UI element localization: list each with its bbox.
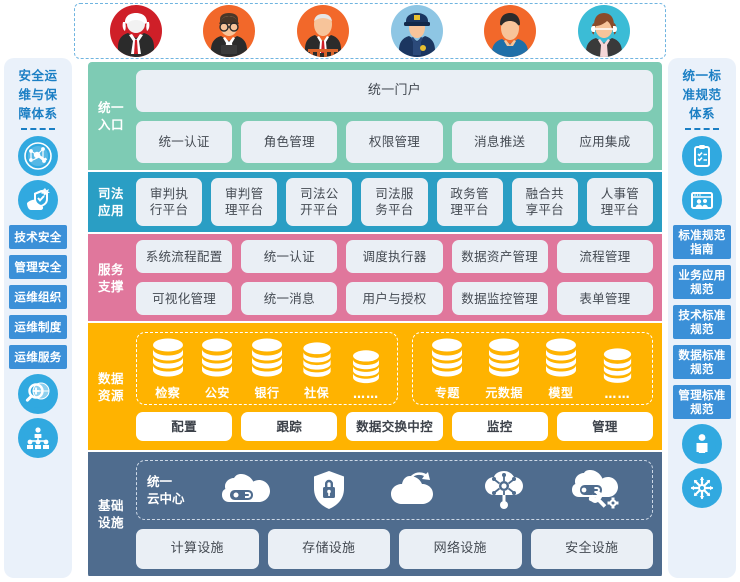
cloud-link-icon (220, 470, 270, 510)
layer-data-resource: 数据 资源 检察 公安 银行 社保 …… 专题 元数据 模型 …… 配置 跟踪 … (88, 321, 662, 450)
layer-label-application: 司法 应用 (97, 186, 124, 218)
police-avatar (390, 5, 443, 57)
layer-unified-entry: 统一 入口 统一门户 统一认证 角色管理 权限管理 消息推送 应用集成 (88, 62, 662, 170)
layer-label-entry: 统一 入口 (97, 100, 124, 132)
right-sidebar-title: 统一标 准规范 体系 (682, 68, 722, 121)
service-item-2[interactable]: 调度执行器 (346, 240, 443, 273)
data-action-3[interactable]: 监控 (451, 412, 548, 441)
divider (685, 128, 719, 130)
database-group-derived: 专题 元数据 模型 …… (412, 332, 653, 405)
left-sidebar: 安全运 维与保 障体系 技术安全 管理安全 运维组织 运维制度 运维服务 (4, 58, 72, 578)
clipboard-checklist-icon (682, 136, 722, 176)
database-item-4[interactable]: …… (342, 349, 390, 401)
network-key-icon (18, 136, 58, 176)
database-item-2[interactable]: 银行 (243, 337, 291, 401)
service-item-8[interactable]: 数据监控管理 (451, 282, 548, 315)
left-chip-1[interactable]: 管理安全 (9, 255, 67, 279)
layer-judicial-application: 司法 应用 审判执 行平台 审判管 理平台 司法公 开平台 司法服 务平台 政务… (88, 170, 662, 232)
data-action-2[interactable]: 数据交换中控 (346, 412, 443, 441)
layer-infrastructure: 基础 设施 统一 云中心 计算设施 存储设施 网络设施 安全设施 (88, 450, 662, 576)
infra-item-0[interactable]: 计算设施 (136, 528, 259, 569)
database-item-0[interactable]: 检察 (144, 337, 192, 401)
database-item-6[interactable]: 元数据 (480, 337, 528, 401)
infra-item-1[interactable]: 存储设施 (267, 528, 390, 569)
left-chip-0[interactable]: 技术安全 (9, 225, 67, 249)
divider (21, 128, 55, 130)
database-item-5[interactable]: 专题 (423, 337, 471, 401)
right-chip-2[interactable]: 技术标准 规范 (673, 305, 731, 339)
app-item-4[interactable]: 政务管 理平台 (436, 178, 503, 226)
database-item-7[interactable]: 模型 (537, 337, 585, 401)
service-item-3[interactable]: 数据资产管理 (451, 240, 548, 273)
layer-label-service: 服务 支撑 (97, 261, 124, 294)
shield-lock-icon (312, 469, 346, 511)
cloud-center-title: 统一 云中心 (147, 473, 185, 506)
architecture-diagram: 安全运 维与保 障体系 技术安全 管理安全 运维组织 运维制度 运维服务 统一标… (0, 0, 740, 582)
infra-item-2[interactable]: 网络设施 (399, 528, 522, 569)
window-people-icon (682, 180, 722, 220)
unified-portal-card[interactable]: 统一门户 (136, 69, 653, 112)
hand-shield-icon (18, 180, 58, 220)
right-chip-1[interactable]: 业务应用 规范 (673, 265, 731, 299)
app-item-0[interactable]: 审判执 行平台 (136, 178, 203, 226)
magnifier-globe-icon (18, 374, 58, 414)
right-chip-0[interactable]: 标准规范 指南 (673, 225, 731, 259)
app-item-1[interactable]: 审判管 理平台 (211, 178, 278, 226)
left-chip-4[interactable]: 运维服务 (9, 345, 67, 369)
data-action-0[interactable]: 配置 (136, 412, 233, 441)
database-item-8[interactable]: …… (594, 347, 642, 401)
right-chip-3[interactable]: 数据标准 规范 (673, 345, 731, 379)
layer-service-support: 服务 支撑 系统流程配置 统一认证 调度执行器 数据资产管理 流程管理 可视化管… (88, 232, 662, 321)
left-chip-2[interactable]: 运维组织 (9, 285, 67, 309)
app-item-6[interactable]: 人事管 理平台 (586, 178, 653, 226)
unified-cloud-center: 统一 云中心 (136, 459, 653, 520)
app-item-2[interactable]: 司法公 开平台 (286, 178, 353, 226)
left-chip-3[interactable]: 运维制度 (9, 315, 67, 339)
app-item-5[interactable]: 融合共 享平台 (511, 178, 578, 226)
judge-avatar (109, 5, 162, 57)
entry-item-3[interactable]: 消息推送 (451, 120, 548, 163)
app-item-3[interactable]: 司法服 务平台 (361, 178, 428, 226)
service-item-0[interactable]: 系统流程配置 (136, 240, 233, 273)
service-item-1[interactable]: 统一认证 (241, 240, 338, 273)
org-chart-people-icon (18, 418, 58, 458)
cloud-network-icon (481, 469, 527, 511)
service-item-6[interactable]: 统一消息 (241, 282, 338, 315)
layer-label-infrastructure: 基础 设施 (97, 498, 124, 530)
entry-item-0[interactable]: 统一认证 (136, 120, 233, 163)
layer-stack: 统一 入口 统一门户 统一认证 角色管理 权限管理 消息推送 应用集成 司法 应… (88, 62, 662, 578)
infra-item-3[interactable]: 安全设施 (530, 528, 653, 569)
right-sidebar: 统一标 准规范 体系 标准规范 指南 业务应用 规范 技术标准 规范 数据标准 … (668, 58, 736, 578)
person-icon (682, 424, 722, 464)
service-item-4[interactable]: 流程管理 (556, 240, 654, 273)
lawyer-avatar (203, 5, 256, 57)
entry-item-1[interactable]: 角色管理 (241, 120, 338, 163)
entry-item-2[interactable]: 权限管理 (346, 120, 443, 163)
service-item-9[interactable]: 表单管理 (556, 282, 654, 315)
cloud-arrow-icon (387, 470, 439, 510)
service-item-5[interactable]: 可视化管理 (136, 282, 233, 315)
right-chip-4[interactable]: 管理标准 规范 (673, 385, 731, 419)
user-roles-band (74, 3, 666, 59)
cloud-wrench-icon (569, 469, 621, 511)
citizen-avatar (484, 5, 537, 57)
left-sidebar-title: 安全运 维与保 障体系 (18, 68, 58, 121)
service-item-7[interactable]: 用户与授权 (346, 282, 443, 315)
database-item-1[interactable]: 公安 (193, 337, 241, 401)
entry-item-4[interactable]: 应用集成 (556, 120, 654, 163)
service-agent-avatar (578, 5, 631, 57)
database-item-3[interactable]: 社保 (293, 341, 341, 401)
prosecutor-avatar (297, 5, 350, 57)
data-action-4[interactable]: 管理 (556, 412, 654, 441)
data-action-1[interactable]: 跟踪 (241, 412, 338, 441)
snowflake-node-icon (682, 468, 722, 508)
layer-label-data: 数据 资源 (97, 370, 124, 403)
database-group-source: 检察 公安 银行 社保 …… (136, 332, 398, 405)
